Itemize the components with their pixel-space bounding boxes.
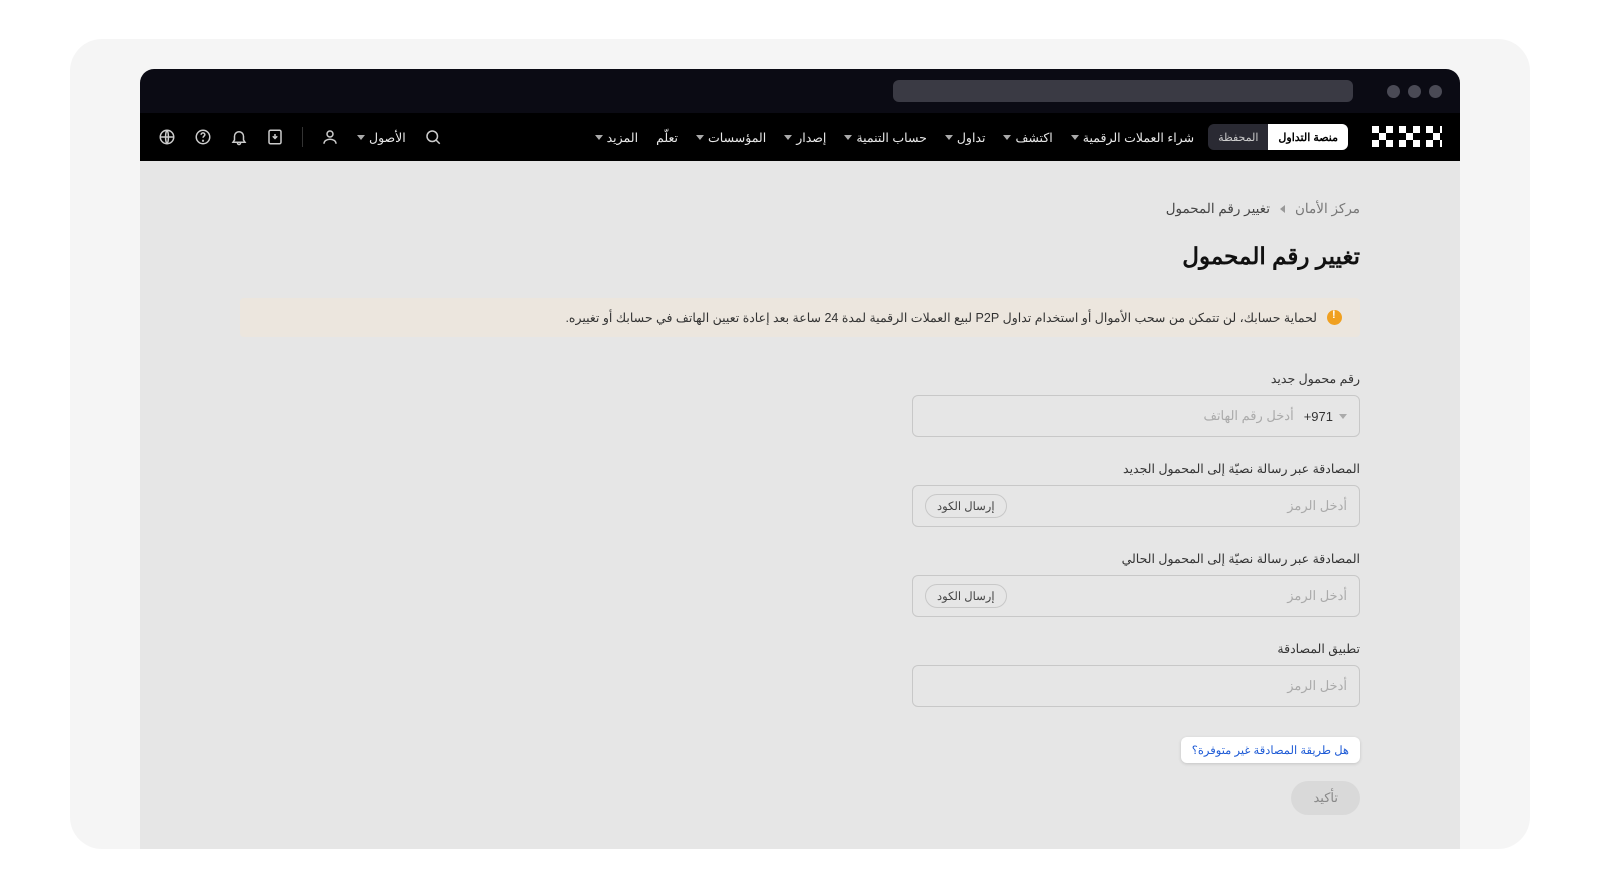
- chevron-down-icon: [357, 135, 365, 140]
- window-control-dot[interactable]: [1387, 85, 1400, 98]
- bell-icon[interactable]: [230, 128, 248, 146]
- chevron-down-icon: [844, 135, 852, 140]
- code-placeholder: أدخل الرمز: [1017, 588, 1347, 604]
- chevron-down-icon: [1003, 135, 1011, 140]
- browser-window: منصة التداول المحفظة شراء العملات الرقمي…: [140, 69, 1460, 849]
- confirm-button[interactable]: تأكيد: [1291, 781, 1360, 815]
- auth-code-input[interactable]: أدخل الرمز: [912, 665, 1360, 707]
- device-frame: منصة التداول المحفظة شراء العملات الرقمي…: [70, 39, 1530, 849]
- search-icon[interactable]: [424, 128, 442, 146]
- toggle-exchange[interactable]: منصة التداول: [1268, 124, 1348, 150]
- send-code-button[interactable]: إرسال الكود: [925, 494, 1007, 518]
- field-sms-new: المصادقة عبر رسالة نصيّة إلى المحمول الج…: [912, 461, 1360, 527]
- phone-input[interactable]: +971 أدخل رقم الهاتف: [912, 395, 1360, 437]
- download-icon[interactable]: [266, 128, 284, 146]
- window-control-dot[interactable]: [1408, 85, 1421, 98]
- mode-toggle: منصة التداول المحفظة: [1208, 124, 1348, 150]
- chevron-down-icon: [945, 135, 953, 140]
- code-placeholder: أدخل الرمز: [1017, 498, 1347, 514]
- field-label: المصادقة عبر رسالة نصيّة إلى المحمول الج…: [912, 461, 1360, 476]
- code-placeholder: أدخل الرمز: [925, 678, 1347, 694]
- field-label: تطبيق المصادقة: [912, 641, 1360, 656]
- separator: [302, 127, 303, 147]
- nav-learn[interactable]: تعلّم: [656, 130, 678, 145]
- nav-build[interactable]: إصدار: [784, 130, 826, 145]
- top-navigation: منصة التداول المحفظة شراء العملات الرقمي…: [140, 113, 1460, 161]
- chevron-down-icon: [595, 135, 603, 140]
- user-icon[interactable]: [321, 128, 339, 146]
- nav-grow[interactable]: حساب التنمية: [844, 130, 926, 145]
- okx-logo[interactable]: [1372, 126, 1442, 148]
- window-control-dot[interactable]: [1429, 85, 1442, 98]
- field-label: رقم محمول جديد: [912, 371, 1360, 386]
- nav-more[interactable]: المزيد: [595, 130, 638, 145]
- field-sms-current: المصادقة عبر رسالة نصيّة إلى المحمول الح…: [912, 551, 1360, 617]
- breadcrumb-root[interactable]: مركز الأمان: [1295, 201, 1360, 217]
- auth-unavailable-link[interactable]: هل طريقة المصادقة غير متوفرة؟: [1181, 737, 1360, 763]
- warning-banner: لحماية حسابك، لن تتمكن من سحب الأموال أو…: [240, 298, 1360, 337]
- nav-assets[interactable]: الأصول: [357, 130, 406, 145]
- page-title: تغيير رقم المحمول: [240, 243, 1360, 270]
- warning-icon: [1327, 310, 1342, 325]
- field-auth-app: تطبيق المصادقة أدخل الرمز: [912, 641, 1360, 707]
- warning-text: لحماية حسابك، لن تتمكن من سحب الأموال أو…: [565, 310, 1317, 325]
- page-content: مركز الأمان تغيير رقم المحمول تغيير رقم …: [140, 161, 1460, 849]
- code-input-current[interactable]: أدخل الرمز إرسال الكود: [912, 575, 1360, 617]
- address-bar[interactable]: [893, 80, 1353, 102]
- field-new-mobile: رقم محمول جديد +971 أدخل رقم الهاتف: [912, 371, 1360, 437]
- chevron-down-icon: [1071, 135, 1079, 140]
- country-code-selector[interactable]: +971: [1304, 409, 1347, 424]
- send-code-button[interactable]: إرسال الكود: [925, 584, 1007, 608]
- field-label: المصادقة عبر رسالة نصيّة إلى المحمول الح…: [912, 551, 1360, 566]
- chevron-down-icon: [1339, 414, 1347, 419]
- help-icon[interactable]: [194, 128, 212, 146]
- phone-placeholder: أدخل رقم الهاتف: [925, 408, 1294, 424]
- chevron-down-icon: [784, 135, 792, 140]
- code-input-new[interactable]: أدخل الرمز إرسال الكود: [912, 485, 1360, 527]
- breadcrumb-current: تغيير رقم المحمول: [1166, 201, 1270, 217]
- breadcrumb: مركز الأمان تغيير رقم المحمول: [240, 201, 1360, 217]
- nav-discover[interactable]: اكتشف: [1003, 130, 1052, 145]
- chevron-left-icon: [1280, 205, 1285, 213]
- chevron-down-icon: [696, 135, 704, 140]
- globe-icon[interactable]: [158, 128, 176, 146]
- nav-trade[interactable]: تداول: [945, 130, 986, 145]
- primary-nav: شراء العملات الرقمية اكتشف تداول حساب ال…: [595, 130, 1194, 145]
- form: رقم محمول جديد +971 أدخل رقم الهاتف المص…: [912, 371, 1360, 815]
- toggle-wallet[interactable]: المحفظة: [1208, 124, 1268, 150]
- nav-buy-crypto[interactable]: شراء العملات الرقمية: [1071, 130, 1194, 145]
- nav-institutional[interactable]: المؤسسات: [696, 130, 766, 145]
- browser-titlebar: [140, 69, 1460, 113]
